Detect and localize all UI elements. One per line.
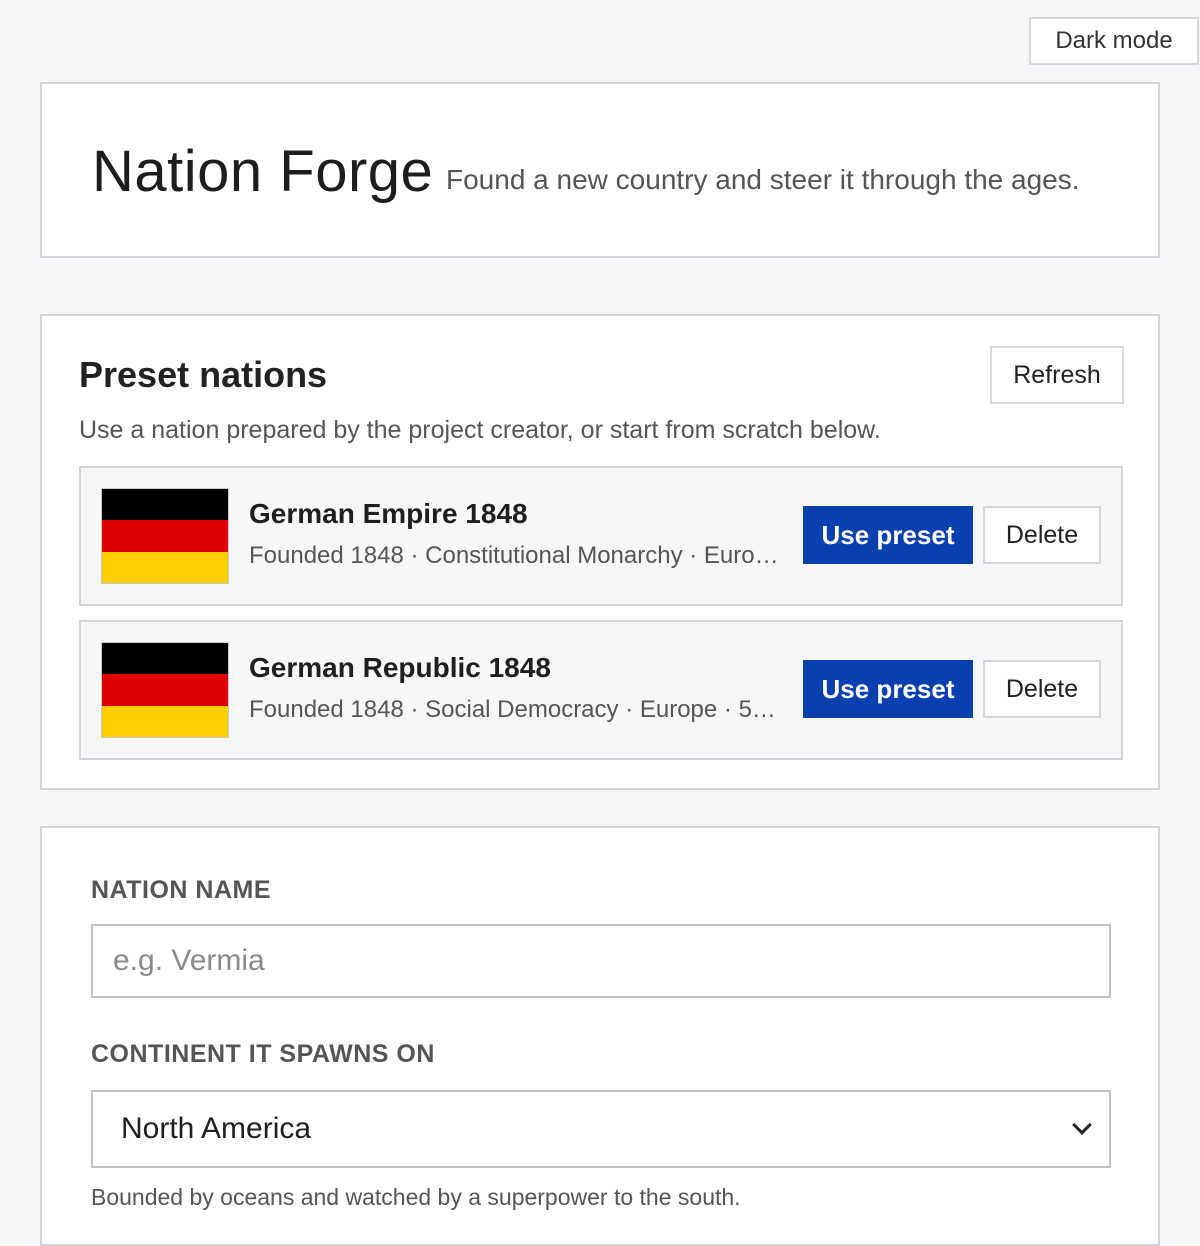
nation-name-label: NATION NAME xyxy=(91,876,272,904)
nation-name-input[interactable] xyxy=(91,924,1111,998)
use-preset-button[interactable]: Use preset xyxy=(803,506,973,564)
preset-meta: Founded 1848 · Social Democracy · Europe… xyxy=(249,696,779,723)
app-subtitle: Found a new country and steer it through… xyxy=(446,164,1080,195)
flag-stripe-bottom xyxy=(102,705,228,737)
app-title: Nation Forge xyxy=(92,139,434,204)
delete-preset-button[interactable]: Delete xyxy=(983,506,1101,564)
flag-image xyxy=(101,488,229,584)
preset-row: German Republic 1848 Founded 1848 · Soci… xyxy=(79,620,1123,760)
chevron-down-icon xyxy=(1072,1115,1092,1135)
continent-select[interactable]: North America xyxy=(91,1090,1111,1168)
preset-nations-card: Preset nations Refresh Use a nation prep… xyxy=(40,314,1160,790)
flag-stripe-middle xyxy=(102,674,228,706)
continent-label: CONTINENT IT SPAWNS ON xyxy=(91,1040,435,1068)
preset-name: German Empire 1848 xyxy=(249,498,528,529)
preset-meta: Founded 1848 · Constitutional Monarchy ·… xyxy=(249,542,779,569)
preset-description: Use a nation prepared by the project cre… xyxy=(79,416,881,444)
continent-hint: Bounded by oceans and watched by a super… xyxy=(91,1184,741,1210)
flag-stripe-bottom xyxy=(102,551,228,583)
flag-stripe-middle xyxy=(102,520,228,552)
use-preset-button[interactable]: Use preset xyxy=(803,660,973,718)
header-card: Nation Forge Found a new country and ste… xyxy=(40,82,1160,258)
flag-stripe-top xyxy=(102,643,228,675)
dark-mode-button[interactable]: Dark mode xyxy=(1029,17,1199,65)
preset-name: German Republic 1848 xyxy=(249,652,551,683)
preset-section-title: Preset nations xyxy=(79,354,328,395)
preset-row: German Empire 1848 Founded 1848 · Consti… xyxy=(79,466,1123,606)
continent-selected-value: North America xyxy=(121,1112,312,1145)
refresh-button[interactable]: Refresh xyxy=(990,346,1124,404)
new-nation-form-card: NATION NAME CONTINENT IT SPAWNS ON North… xyxy=(40,826,1160,1246)
flag-image xyxy=(101,642,229,738)
flag-stripe-top xyxy=(102,489,228,521)
delete-preset-button[interactable]: Delete xyxy=(983,660,1101,718)
